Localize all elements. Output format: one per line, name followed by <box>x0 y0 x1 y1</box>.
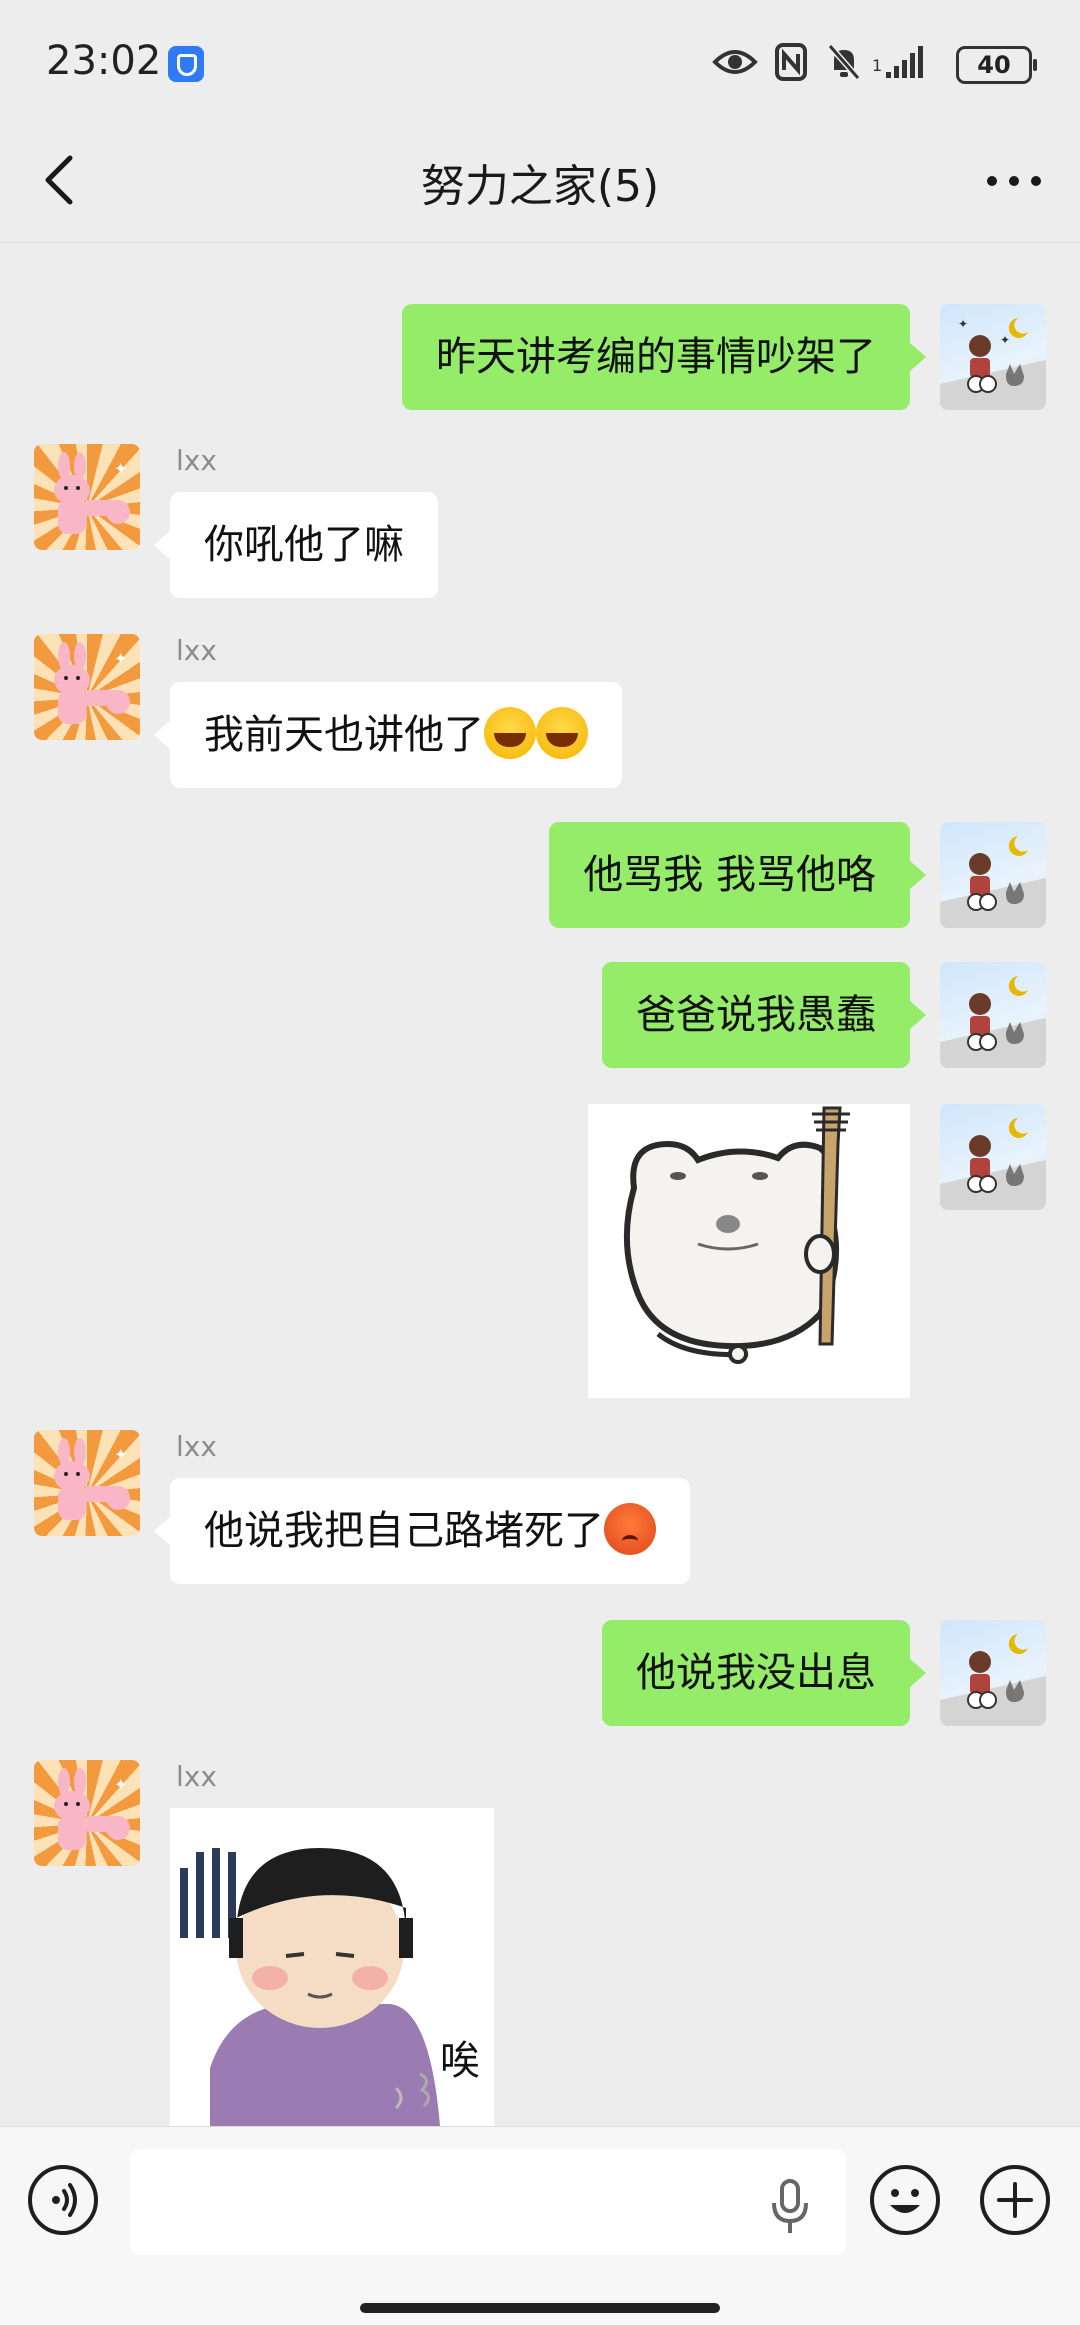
sighing-girl-sticker[interactable]: 唉 <box>170 1808 494 2126</box>
emoji-button[interactable] <box>870 2165 940 2235</box>
message-row: 昨天讲考编的事情吵架了 ✦ ✦ <box>0 304 1080 412</box>
message-row: 他骂我 我骂他咯 <box>0 822 1080 930</box>
my-avatar[interactable] <box>940 1620 1046 1726</box>
my-message-bubble[interactable]: 爸爸说我愚蠢 <box>602 962 926 1068</box>
message-row: ✦ lxx 我前天也讲他了 <box>0 634 1080 794</box>
chat-input-bar <box>0 2126 1080 2325</box>
battery-indicator: 40 <box>956 46 1037 84</box>
angry-sweat-emoji-icon <box>604 1503 656 1555</box>
laughing-tears-emoji-icon <box>536 707 588 759</box>
message-text: 我前天也讲他了 <box>204 712 484 758</box>
svg-text:✦: ✦ <box>1000 333 1010 347</box>
my-message-bubble[interactable]: 他说我没出息 <box>602 1620 926 1726</box>
my-message-bubble[interactable]: 昨天讲考编的事情吵架了 <box>402 304 926 410</box>
message-input[interactable] <box>130 2149 846 2255</box>
more-options-icon[interactable] <box>984 166 1044 196</box>
status-icons: 1 40 <box>712 42 1037 86</box>
girl-with-cat-avatar-icon <box>940 976 1046 1068</box>
smiley-icon <box>890 2189 920 2213</box>
voice-waves-icon <box>52 2183 77 2217</box>
pink-bunny-avatar-icon: ✦ <box>54 452 130 534</box>
sender-name: lxx <box>176 1430 217 1463</box>
other-message-bubble[interactable]: 我前天也讲他了 <box>154 682 622 788</box>
pink-bunny-avatar-icon: ✦ <box>54 1768 130 1850</box>
voice-mode-button[interactable] <box>28 2165 98 2235</box>
bear-with-rake-sticker[interactable] <box>588 1104 910 1398</box>
message-row: 他说我没出息 <box>0 1620 1080 1728</box>
message-row <box>0 1104 1080 1400</box>
other-message-bubble[interactable]: 你吼他了嘛 <box>154 492 438 598</box>
svg-text:✦: ✦ <box>958 317 968 331</box>
app-notification-icon <box>168 46 204 82</box>
message-row: 爸爸说我愚蠢 <box>0 962 1080 1070</box>
eye-icon <box>712 50 758 74</box>
message-text: 昨天讲考编的事情吵架了 <box>436 334 876 380</box>
lxx-avatar[interactable]: ✦ <box>34 634 140 740</box>
my-message-bubble[interactable]: 他骂我 我骂他咯 <box>549 822 926 928</box>
lxx-avatar[interactable]: ✦ <box>34 1430 140 1536</box>
home-indicator[interactable] <box>360 2303 720 2313</box>
svg-text:✦: ✦ <box>114 1445 127 1464</box>
signal-bars-icon <box>886 46 923 78</box>
pink-bunny-avatar-icon: ✦ <box>54 1438 130 1520</box>
nfc-icon <box>775 43 807 81</box>
message-text: 你吼他了嘛 <box>204 522 404 568</box>
sender-name: lxx <box>176 634 217 667</box>
my-avatar[interactable] <box>940 962 1046 1068</box>
svg-text:✦: ✦ <box>114 459 127 478</box>
lxx-avatar[interactable]: ✦ <box>34 444 140 550</box>
svg-text:✦: ✦ <box>114 649 127 668</box>
girl-with-cat-avatar-icon <box>940 836 1046 928</box>
laughing-tears-emoji-icon <box>484 707 536 759</box>
sender-name: lxx <box>176 444 217 477</box>
girl-with-cat-avatar-icon: ✦ ✦ <box>940 317 1046 410</box>
message-text: 他说我没出息 <box>636 1650 876 1696</box>
message-text: 他骂我 我骂他咯 <box>583 852 876 898</box>
my-avatar[interactable] <box>940 822 1046 928</box>
message-row: ✦ lxx 你吼他了嘛 <box>0 444 1080 604</box>
sender-name: lxx <box>176 1760 217 1793</box>
plus-icon <box>997 2182 1033 2218</box>
girl-with-cat-avatar-icon <box>940 1634 1046 1726</box>
sticker-caption: 唉 <box>440 2038 480 2084</box>
my-avatar[interactable] <box>940 1104 1046 1210</box>
signal-label: 1 <box>872 56 883 75</box>
message-text: 他说我把自己路堵死了 <box>204 1508 604 1554</box>
message-row: ✦ lxx 他说我把自己路堵死了 <box>0 1430 1080 1590</box>
my-avatar[interactable]: ✦ ✦ <box>940 304 1046 410</box>
pink-bunny-avatar-icon: ✦ <box>54 642 130 724</box>
svg-text:✦: ✦ <box>114 1775 127 1794</box>
lxx-avatar[interactable]: ✦ <box>34 1760 140 1866</box>
chat-title: 努力之家(5) <box>420 161 660 212</box>
chat-header: 努力之家(5) <box>0 120 1080 243</box>
mute-bell-icon <box>827 44 861 80</box>
status-time: 23:02 <box>46 38 162 84</box>
status-bar: 23:02 1 40 <box>0 0 1080 120</box>
microphone-icon[interactable] <box>768 2179 812 2235</box>
message-row: ✦ lxx 唉 <box>0 1760 1080 2126</box>
more-functions-button[interactable] <box>980 2165 1050 2235</box>
message-text: 爸爸说我愚蠢 <box>636 992 876 1038</box>
girl-with-cat-avatar-icon <box>940 1118 1046 1210</box>
other-message-bubble[interactable]: 他说我把自己路堵死了 <box>154 1478 690 1584</box>
